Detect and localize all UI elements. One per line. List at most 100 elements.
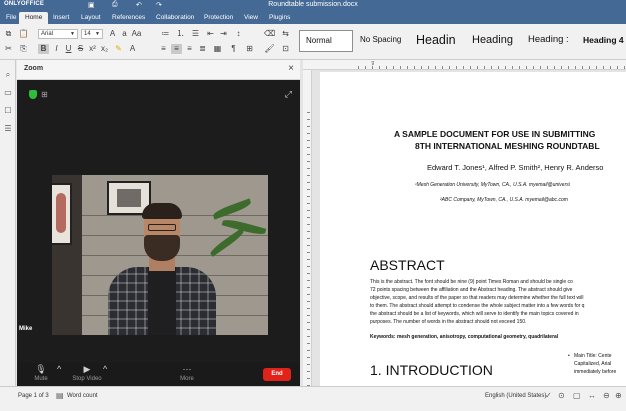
- italic-icon[interactable]: I: [51, 44, 62, 54]
- shading-icon[interactable]: ▦: [212, 44, 223, 54]
- indent-marker[interactable]: ⊽: [371, 61, 375, 67]
- more-button[interactable]: ··· More: [175, 364, 199, 383]
- decrease-font-icon[interactable]: a: [119, 29, 130, 39]
- page-indicator[interactable]: Page 1 of 3: [18, 393, 49, 399]
- increase-font-icon[interactable]: A: [107, 29, 118, 39]
- chat-icon[interactable]: ☐: [3, 106, 13, 116]
- close-icon[interactable]: ×: [288, 63, 294, 74]
- paste-icon[interactable]: 📋: [18, 29, 29, 39]
- end-meeting-button[interactable]: End: [263, 368, 291, 381]
- document-page[interactable]: A SAMPLE DOCUMENT FOR USE IN SUBMITTING …: [320, 72, 626, 386]
- bullets-icon[interactable]: ≔: [160, 29, 171, 39]
- superscript-icon[interactable]: x²: [87, 44, 98, 54]
- side-note-line[interactable]: Main Title: Cente: [574, 353, 612, 359]
- paper-title-line1[interactable]: A SAMPLE DOCUMENT FOR USE IN SUBMITTING: [394, 129, 595, 139]
- meeting-controls: 🎙 Mute ^ ▶ Stop Video ^ ··· More End: [17, 363, 300, 386]
- horizontal-ruler[interactable]: ⊽: [303, 60, 626, 70]
- select-all-icon[interactable]: ⊡: [280, 44, 291, 54]
- comments-icon[interactable]: ▭: [3, 88, 13, 98]
- side-note-line[interactable]: immediately before: [574, 369, 616, 375]
- abstract-line[interactable]: the abstract should be a list of keyword…: [370, 311, 579, 317]
- video-camera-icon: ▶: [83, 364, 91, 374]
- paint-style-icon[interactable]: 🖌: [264, 44, 275, 54]
- track-changes-icon[interactable]: ⊙: [558, 391, 565, 400]
- clear-style-icon[interactable]: ⌫: [264, 29, 275, 39]
- paper-authors[interactable]: Edward T. Jones¹, Alfred P. Smith², Henr…: [427, 163, 603, 172]
- font-color-icon[interactable]: A: [127, 44, 138, 54]
- abstract-heading[interactable]: ABSTRACT: [370, 257, 445, 273]
- security-shield-icon[interactable]: [29, 90, 37, 99]
- abstract-line[interactable]: objective, scope, and results of the pap…: [370, 295, 583, 301]
- nonprinting-chars-icon[interactable]: ¶: [228, 44, 239, 54]
- tab-layout[interactable]: Layout: [75, 12, 107, 24]
- abstract-line[interactable]: This is the abstract. The font should be…: [370, 279, 573, 285]
- multilevel-list-icon[interactable]: ☰: [190, 29, 201, 39]
- tab-collaboration[interactable]: Collaboration: [150, 12, 200, 24]
- stop-video-label: Stop Video: [72, 376, 102, 382]
- tab-protection[interactable]: Protection: [198, 12, 239, 24]
- more-label: More: [180, 376, 194, 382]
- vertical-ruler: [303, 70, 312, 386]
- tab-plugins[interactable]: Plugins: [263, 12, 296, 24]
- person-tshirt: [148, 267, 176, 335]
- introduction-heading[interactable]: 1. INTRODUCTION: [370, 362, 493, 378]
- numbering-icon[interactable]: ⒈: [175, 29, 186, 39]
- paper-affiliation-1[interactable]: ¹Mesh Generation University, MyTown, CA.…: [415, 182, 570, 188]
- style-heading-3[interactable]: Heading :: [522, 30, 576, 52]
- title-bar: ONLYOFFICE ▣ ⎙ ↶ ↷ Roundtable submission…: [0, 0, 626, 10]
- abstract-line[interactable]: purposes. The number of words in the abs…: [370, 319, 526, 325]
- style-no-spacing[interactable]: No Spacing: [354, 30, 408, 52]
- copy-style-icon[interactable]: ⇆: [280, 29, 291, 39]
- style-heading-1[interactable]: Headin: [410, 30, 466, 52]
- subscript-icon[interactable]: x₂: [99, 44, 110, 54]
- align-right-icon[interactable]: ≡: [184, 44, 195, 54]
- tab-home[interactable]: Home: [19, 12, 49, 24]
- cut-icon[interactable]: ✂: [3, 44, 14, 54]
- mute-button[interactable]: 🎙 Mute: [29, 364, 53, 383]
- style-normal[interactable]: Normal: [299, 30, 353, 52]
- abstract-line[interactable]: to them. The abstract should attempt to …: [370, 303, 584, 309]
- fit-width-icon[interactable]: ↔: [588, 391, 596, 400]
- expand-icon[interactable]: ⤢: [285, 89, 292, 100]
- stop-video-button[interactable]: ▶ Stop Video: [69, 364, 105, 383]
- strikethrough-icon[interactable]: S: [75, 44, 86, 54]
- chevron-up-icon[interactable]: ^: [103, 364, 107, 374]
- word-count-icon[interactable]: ▤: [56, 391, 64, 400]
- font-size-select[interactable]: 14 ▼: [81, 29, 103, 39]
- bold-icon[interactable]: B: [38, 44, 49, 54]
- keywords-line[interactable]: Keywords: mesh generation, anisotropy, c…: [370, 334, 558, 340]
- copy-icon[interactable]: ⧉: [3, 29, 14, 39]
- paper-affiliation-2[interactable]: ²ABC Company, MyTown, CA., U.S.A. myemai…: [440, 197, 568, 203]
- word-count-label[interactable]: Word count: [67, 393, 98, 399]
- align-left-icon[interactable]: ≡: [158, 44, 169, 54]
- fit-page-icon[interactable]: ▢: [573, 391, 581, 400]
- paper-title-line2[interactable]: 8TH INTERNATIONAL MESHING ROUNDTABL: [415, 141, 600, 151]
- zoom-plugin-panel: Zoom × ⊞ ⤢ Mike 🎙 Mute ^ ▶ Stop Video ^ …: [17, 60, 300, 386]
- line-spacing-icon[interactable]: ↕: [233, 29, 244, 39]
- change-case-icon[interactable]: Aa: [131, 29, 142, 39]
- increase-indent-icon[interactable]: ⇥: [218, 29, 229, 39]
- chevron-up-icon[interactable]: ^: [57, 364, 61, 374]
- navigation-icon[interactable]: ☰: [3, 124, 13, 134]
- tab-view[interactable]: View: [238, 12, 264, 24]
- decrease-indent-icon[interactable]: ⇤: [205, 29, 216, 39]
- justify-icon[interactable]: ≣: [197, 44, 208, 54]
- align-center-icon[interactable]: ≡: [171, 44, 182, 54]
- language-indicator[interactable]: English (United States): [485, 393, 546, 399]
- gallery-view-icon[interactable]: ⊞: [41, 90, 48, 99]
- font-name-select[interactable]: Arial ▼: [38, 29, 78, 39]
- spellcheck-icon[interactable]: ✓: [545, 391, 552, 400]
- search-icon[interactable]: ⌕: [3, 70, 13, 80]
- tab-references[interactable]: References: [106, 12, 151, 24]
- abstract-line[interactable]: 72 points spacing between the affiliatio…: [370, 287, 572, 293]
- style-heading-4[interactable]: Heading 4: [577, 30, 626, 52]
- side-note-line[interactable]: Capitalized, Arial: [574, 361, 611, 367]
- underline-icon[interactable]: U: [63, 44, 74, 54]
- style-heading-2[interactable]: Heading: [466, 30, 522, 52]
- borders-icon[interactable]: ⊞: [244, 44, 255, 54]
- tab-insert[interactable]: Insert: [47, 12, 75, 24]
- highlight-icon[interactable]: ✎: [113, 44, 124, 54]
- format-painter-icon[interactable]: ⎘: [18, 44, 29, 54]
- zoom-out-icon[interactable]: ⊖: [603, 391, 610, 400]
- zoom-in-icon[interactable]: ⊕: [615, 391, 622, 400]
